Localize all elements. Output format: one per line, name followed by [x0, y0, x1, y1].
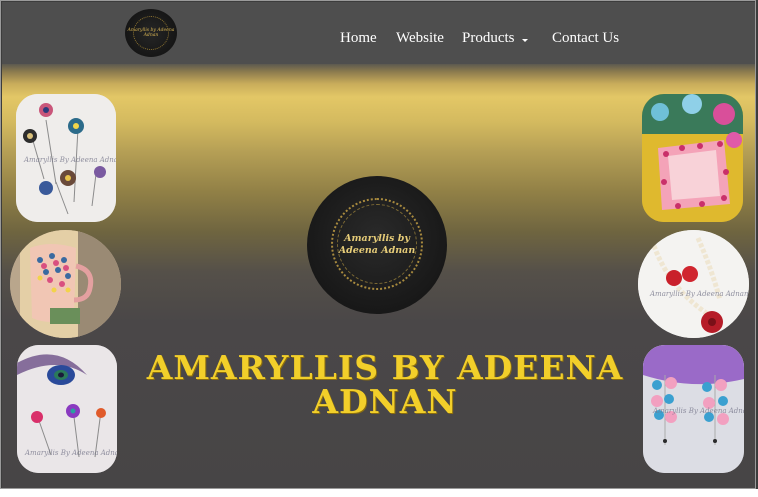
emblem-line-2: Adeena Adnan [338, 245, 416, 256]
decorated-mug-image [10, 230, 121, 338]
bottom-edge [0, 489, 758, 497]
chevron-down-icon[interactable] [522, 39, 528, 42]
nav-contact-link[interactable]: Contact Us [552, 30, 619, 47]
emblem-text: Amaryllis by Adeena Adnan [339, 233, 415, 257]
product-photo-pearl-necklace: Amaryllis By Adeena Adnan [638, 230, 749, 338]
watermark: Amaryllis By Adeena Adnan [653, 407, 744, 415]
navbar: Amaryllis by Adeena Adnan Home Website P… [2, 2, 755, 64]
product-photo-pink-tray [642, 94, 743, 222]
nav-website-link[interactable]: Website [396, 30, 444, 47]
browser-frame: Amaryllis by Adeena Adnan Home Website P… [0, 0, 756, 489]
hero-title-line-2: ADNAN [312, 382, 458, 421]
product-photo-decorated-mug [10, 230, 121, 338]
nav-home-link[interactable]: Home [340, 30, 377, 47]
watermark: Amaryllis By Adeena Adnan [24, 156, 116, 164]
pink-tray-image [642, 94, 743, 222]
product-photo-peacock-pins: Amaryllis By Adeena Adnan [17, 345, 117, 473]
hero-title-line-1: AMARYLLIS BY ADEENA [146, 348, 624, 387]
watermark: Amaryllis By Adeena Adnan [650, 290, 749, 298]
hero-title: AMARYLLIS BY ADEENA ADNAN [122, 351, 648, 419]
watermark: Amaryllis By Adeena Adnan [25, 449, 117, 457]
product-photo-flower-earrings: Amaryllis By Adeena Adnan [643, 345, 744, 473]
brand-logo[interactable]: Amaryllis by Adeena Adnan [125, 9, 177, 57]
product-photo-flower-pins: Amaryllis By Adeena Adnan [16, 94, 116, 222]
brand-emblem: Amaryllis by Adeena Adnan [307, 176, 447, 314]
nav-products-dropdown[interactable]: Products [462, 30, 515, 47]
emblem-line-1: Amaryllis by [344, 233, 410, 244]
logo-ring [133, 16, 169, 50]
pearl-necklace-image [638, 230, 749, 338]
home-page: Amaryllis by Adeena Adnan Home Website P… [2, 2, 755, 488]
